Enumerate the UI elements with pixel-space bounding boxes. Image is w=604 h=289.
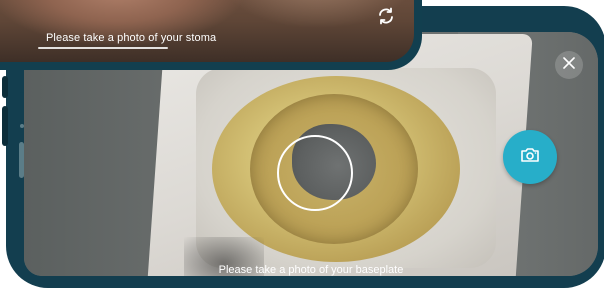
- volume-button: [2, 76, 8, 98]
- stoma-camera-viewfinder: Please take a photo of your stoma: [0, 0, 414, 62]
- stoma-instruction: Please take a photo of your stoma: [46, 32, 217, 44]
- camera-icon: [520, 147, 540, 168]
- baseplate-instruction: Please take a photo of your baseplate: [218, 264, 404, 276]
- focus-target-circle: [277, 135, 353, 211]
- capture-photo-button[interactable]: [503, 130, 557, 184]
- power-button: [2, 106, 8, 146]
- close-button[interactable]: [555, 51, 583, 79]
- close-icon: [563, 56, 575, 74]
- home-indicator: [38, 47, 168, 49]
- phone-frame-back: Please take a photo of your stoma: [0, 0, 422, 70]
- camera-flip-icon[interactable]: [376, 6, 396, 26]
